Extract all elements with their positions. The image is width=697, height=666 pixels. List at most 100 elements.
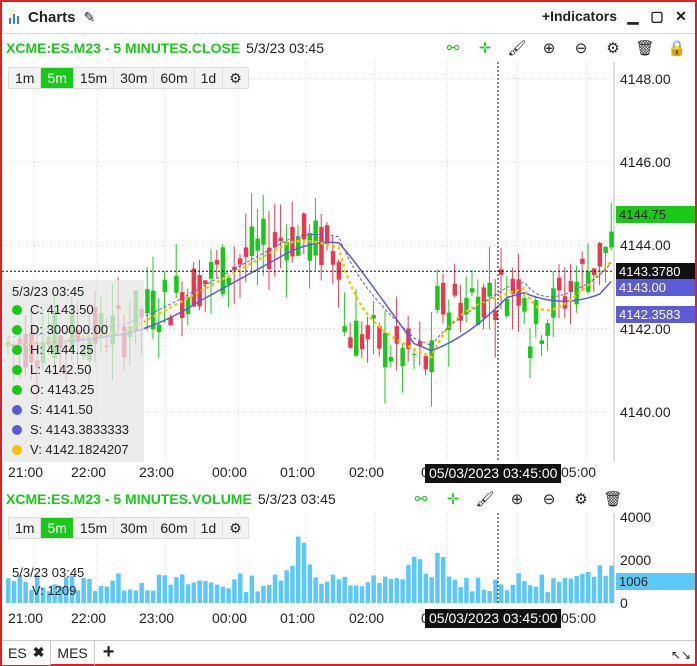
brush-icon[interactable]: 🖌 xyxy=(507,38,527,58)
candle-body xyxy=(307,233,313,261)
lock-icon[interactable]: 🔒 xyxy=(667,38,687,58)
main-symbol[interactable]: XCME:ES.M23 - 5 MINUTES.CLOSE xyxy=(6,40,240,56)
vol-tf-1m[interactable]: 1m xyxy=(9,518,42,538)
time-axis-label: 22:00 xyxy=(71,464,107,480)
main-pane-header: XCME:ES.M23 - 5 MINUTES.CLOSE 5/3/23 03:… xyxy=(2,35,695,61)
volume-zoom-in-icon[interactable]: ⊕ xyxy=(507,489,527,509)
time-axis-label: 21:00 xyxy=(8,464,44,480)
info-row: C: 4143.50 xyxy=(12,302,94,317)
candle-body xyxy=(493,310,498,321)
volume-bar xyxy=(278,580,284,603)
candle-body xyxy=(551,288,556,318)
price-tag: 4143.00 xyxy=(616,279,695,296)
candle-body xyxy=(470,288,475,293)
volume-bar xyxy=(487,591,492,603)
price-tick-label: 4144.00 xyxy=(620,237,671,254)
volume-bar xyxy=(522,581,527,603)
volume-brush-icon[interactable]: 🖌 xyxy=(475,489,495,509)
candle-body xyxy=(603,246,608,254)
gear-icon[interactable]: ⚙ xyxy=(603,38,623,58)
resize-grip-icon[interactable]: ↖↘ xyxy=(671,648,691,662)
minimize-icon[interactable]: ▁ xyxy=(625,8,641,24)
volume-link-icon[interactable]: ⚯ xyxy=(411,489,431,509)
tf-5m[interactable]: 5m xyxy=(41,68,74,88)
vol-tf-1d[interactable]: 1d xyxy=(195,518,224,538)
tf-1d[interactable]: 1d xyxy=(195,68,224,88)
vol-tf-gear-icon[interactable]: ⚙ xyxy=(223,518,248,538)
tab-mes[interactable]: MES xyxy=(51,640,95,665)
volume-bar xyxy=(359,586,365,603)
tab-close-icon[interactable]: ✖ xyxy=(33,644,45,661)
volume-bar xyxy=(603,575,608,603)
time-axis-label: 23:00 xyxy=(139,464,175,480)
volume-symbol[interactable]: XCME:ES.M23 - 5 MINUTES.VOLUME xyxy=(6,491,252,507)
volume-bar xyxy=(435,552,440,603)
vol-tf-60m[interactable]: 60m xyxy=(154,518,195,538)
time-axis-label: 05:00 xyxy=(561,610,597,626)
vol-tf-15m[interactable]: 15m xyxy=(74,518,115,538)
volume-gear-icon[interactable]: ⚙ xyxy=(571,489,591,509)
volume-zoom-out-icon[interactable]: ⊖ xyxy=(539,489,559,509)
candle-body xyxy=(180,292,185,318)
volume-bar xyxy=(493,579,498,603)
volume-bar xyxy=(145,590,150,603)
crosshair-icon[interactable]: ✛ xyxy=(475,38,495,58)
time-axis-label: 05:00 xyxy=(561,464,597,480)
tf-gear-icon[interactable]: ⚙ xyxy=(223,68,248,88)
charts-window: Charts ✎ +Indicators ▁ ▢ ✕ XCME:ES.M23 -… xyxy=(0,0,697,666)
volume-bar xyxy=(551,578,556,603)
volume-trash-icon[interactable]: 🗑 xyxy=(603,489,623,509)
volume-bar xyxy=(348,585,353,603)
candle-body xyxy=(330,251,336,265)
volume-bar xyxy=(499,584,504,603)
zoom-in-icon[interactable]: ⊕ xyxy=(539,38,559,58)
candle-body xyxy=(203,280,208,285)
maximize-icon[interactable]: ▢ xyxy=(649,8,665,24)
volume-bar xyxy=(609,565,614,603)
add-tab-icon[interactable]: + xyxy=(95,641,123,664)
chart-icon xyxy=(9,13,19,24)
info-row: D: 300000.00 xyxy=(12,322,108,337)
volume-bar xyxy=(388,579,394,603)
tf-15m[interactable]: 15m xyxy=(74,68,115,88)
legend-dot-icon xyxy=(12,304,22,315)
close-icon[interactable]: ✕ xyxy=(673,8,689,24)
edit-pencil-icon[interactable]: ✎ xyxy=(84,9,96,26)
volume-bar xyxy=(336,579,342,603)
tf-30m[interactable]: 30m xyxy=(114,68,155,88)
titlebar: Charts ✎ +Indicators ▁ ▢ ✕ xyxy=(2,2,695,34)
candle-body xyxy=(609,231,614,248)
volume-bar xyxy=(272,574,278,603)
vol-tf-5m[interactable]: 5m xyxy=(41,518,74,538)
tf-60m[interactable]: 60m xyxy=(154,68,195,88)
volume-bar xyxy=(110,580,115,603)
volume-bar xyxy=(354,585,359,603)
volume-bar xyxy=(412,556,417,603)
volume-crosshair-time-tag: 05/03/2023 03:45:00 xyxy=(425,609,562,628)
vol-tf-30m[interactable]: 30m xyxy=(114,518,155,538)
candle-body xyxy=(388,356,394,362)
price-tag: 4144.75 xyxy=(616,206,695,224)
time-axis-label: 00:00 xyxy=(212,464,248,480)
tf-1m[interactable]: 1m xyxy=(9,68,42,88)
candle-body xyxy=(162,279,168,292)
volume-bar xyxy=(81,578,86,603)
volume-bar xyxy=(127,589,133,603)
trash-icon[interactable]: 🗑 xyxy=(635,38,655,58)
tab-es[interactable]: ES ✖ xyxy=(2,640,52,665)
volume-bar xyxy=(168,584,173,603)
volume-bar xyxy=(87,578,92,603)
volume-bar xyxy=(6,578,11,603)
zoom-out-icon[interactable]: ⊖ xyxy=(571,38,591,58)
legend-dot-icon xyxy=(12,384,22,395)
volume-bar xyxy=(313,577,318,603)
volume-bar xyxy=(226,588,231,603)
link-icon[interactable]: ⚯ xyxy=(443,38,463,58)
main-timestamp: 5/3/23 03:45 xyxy=(246,40,325,56)
indicators-button[interactable]: +Indicators xyxy=(542,8,617,24)
volume-crosshair-icon[interactable]: ✛ xyxy=(443,489,463,509)
candle-body xyxy=(255,238,260,251)
candle-body xyxy=(174,275,179,293)
candle-body xyxy=(533,300,539,325)
info-row: V: 4142.1824207 xyxy=(12,442,129,457)
